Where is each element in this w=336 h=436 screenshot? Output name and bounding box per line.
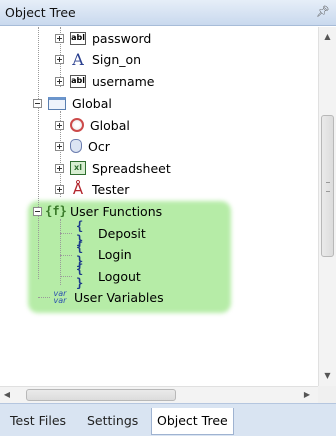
user-variables-icon: var var <box>53 289 67 305</box>
tree-item-password[interactable]: abl password <box>55 28 151 48</box>
tree-item-label: Logout <box>98 268 141 284</box>
vertical-scroll-thumb[interactable] <box>321 115 334 257</box>
tab-test-files[interactable]: Test Files <box>5 410 71 432</box>
tree-item-label: Login <box>98 246 132 262</box>
vertical-scrollbar[interactable]: ▲ ▼ <box>318 27 336 386</box>
tree-item-spreadsheet[interactable]: xl Spreadsheet <box>55 158 171 178</box>
tree-item-label: Global <box>90 117 130 133</box>
expand-plus-icon[interactable] <box>55 163 64 173</box>
tree-item-global[interactable]: Global <box>55 115 130 135</box>
edit-field-icon: abl <box>70 31 86 45</box>
tree-item-label: Deposit <box>98 225 146 241</box>
static-text-icon: A <box>72 49 84 69</box>
collapse-minus-icon[interactable] <box>33 98 42 108</box>
panel-title: Object Tree <box>5 5 76 20</box>
horizontal-scrollbar[interactable]: ◀ ▶ <box>0 386 318 403</box>
horizontal-scroll-thumb[interactable] <box>26 389 176 401</box>
tree-item-tester[interactable]: Å Tester <box>55 179 129 199</box>
user-functions-icon: {f} <box>45 204 67 218</box>
function-icon: { } <box>76 219 84 247</box>
expand-plus-icon[interactable] <box>55 184 64 194</box>
tree-item-label: Tester <box>92 181 130 197</box>
tree-item-login[interactable]: { } Login <box>70 240 132 268</box>
pin-icon[interactable]: 📌︎ <box>316 5 330 18</box>
tree-item-label: Sign_on <box>92 51 142 67</box>
scroll-down-icon[interactable]: ▼ <box>319 368 336 384</box>
scroll-up-icon[interactable]: ▲ <box>319 29 336 45</box>
ocr-icon <box>70 139 82 153</box>
edit-field-icon: abl <box>70 74 86 88</box>
panel-titlebar: Object Tree 📌︎ <box>0 0 336 26</box>
tree-item-logout[interactable]: { } Logout <box>70 262 141 290</box>
tree-item-global-window[interactable]: Global <box>33 93 112 113</box>
tab-object-tree[interactable]: Object Tree <box>151 408 234 435</box>
scroll-left-icon[interactable]: ◀ <box>0 387 14 403</box>
collapse-minus-icon[interactable] <box>33 206 42 216</box>
spreadsheet-icon: xl <box>70 161 86 175</box>
tree-item-user-functions[interactable]: {f} User Functions <box>33 201 162 221</box>
tree-item-label: Ocr <box>88 138 110 154</box>
tree-item-sign-on[interactable]: A Sign_on <box>55 49 141 69</box>
tree-item-user-variables[interactable]: var var User Variables <box>46 287 164 307</box>
global-object-icon <box>70 118 84 132</box>
tree-item-label: User Variables <box>74 289 164 305</box>
tree-item-label: password <box>92 30 152 46</box>
scrollbar-corner <box>318 386 336 403</box>
expand-plus-icon[interactable] <box>55 33 64 43</box>
scroll-right-icon[interactable]: ▶ <box>300 387 314 403</box>
function-icon: { } <box>76 262 84 290</box>
tree-item-label: Spreadsheet <box>92 160 171 176</box>
tree-item-username[interactable]: abl username <box>55 71 155 91</box>
window-icon <box>48 96 66 110</box>
tree-item-ocr[interactable]: Ocr <box>55 136 110 156</box>
object-tree[interactable]: abl password A Sign_on abl username Glob… <box>0 27 318 386</box>
expand-plus-icon[interactable] <box>55 141 64 151</box>
expand-plus-icon[interactable] <box>55 76 64 86</box>
expand-plus-icon[interactable] <box>55 120 64 130</box>
tree-item-label: username <box>92 73 155 89</box>
function-icon: { } <box>76 240 84 268</box>
expand-plus-icon[interactable] <box>55 54 64 64</box>
tree-item-label: Global <box>72 95 112 111</box>
bottom-tab-bar: Test Files Settings Object Tree <box>0 403 336 436</box>
tab-settings[interactable]: Settings <box>82 410 143 432</box>
tree-item-label: User Functions <box>70 203 163 219</box>
tester-icon: Å <box>72 180 84 198</box>
